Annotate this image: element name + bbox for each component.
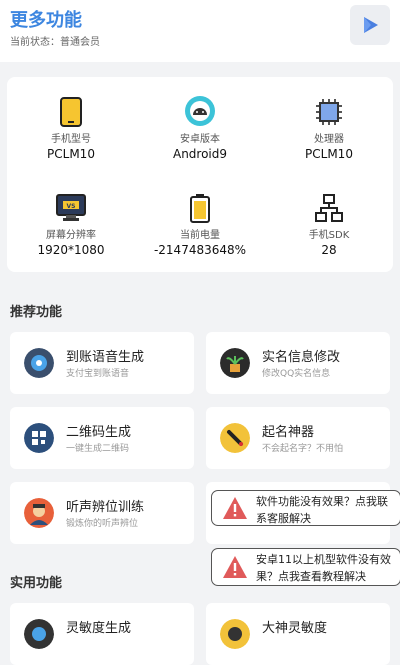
toast-text: 安卓11以上机型软件没有效果？点我查看教程解决 <box>256 553 391 583</box>
info-screen-resolution: VS 屏幕分辨率 1920*1080 <box>7 189 135 257</box>
device-info-card: 手机型号 PCLM10 安卓版本 Android9 处理器 PCLM10 VS … <box>7 77 393 272</box>
qrcode-icon <box>24 423 54 453</box>
android-icon <box>185 96 215 126</box>
feature-realname-edit[interactable]: 实名信息修改 修改QQ实名信息 <box>206 332 390 394</box>
toast-text: 软件功能没有效果？点我联系客服解决 <box>256 495 388 525</box>
warning-icon <box>223 497 247 519</box>
warning-icon <box>223 556 247 578</box>
toast-android11-tutorial[interactable]: 安卓11以上机型软件没有效果？点我查看教程解决 <box>211 548 400 586</box>
info-battery: 当前电量 -2147483648% <box>136 189 264 257</box>
battery-icon <box>190 194 210 223</box>
info-sdk: 手机SDK 28 <box>265 189 393 257</box>
info-phone-model: 手机型号 PCLM10 <box>7 93 135 161</box>
play-icon <box>364 17 378 33</box>
plant-icon <box>220 348 250 378</box>
sensitivity-icon <box>24 619 54 649</box>
member-status: 当前状态：普通会员 <box>10 37 100 48</box>
network-nodes-icon <box>315 194 343 222</box>
page-title: 更多功能 <box>10 10 82 31</box>
monitor-icon: VS <box>56 194 86 221</box>
pro-sensitivity-icon <box>220 619 250 649</box>
section-title-recommended: 推荐功能 <box>10 305 63 320</box>
feature-payment-voice[interactable]: 到账语音生成 支付宝到账语音 <box>10 332 194 394</box>
avatar-icon <box>24 498 54 528</box>
feature-sensitivity-gen[interactable]: 灵敏度生成 <box>10 603 194 665</box>
header: 更多功能 当前状态：普通会员 <box>0 0 400 62</box>
cpu-chip-icon <box>316 99 342 125</box>
toast-contact-support[interactable]: 软件功能没有效果？点我联系客服解决 <box>211 490 400 526</box>
section-title-practical: 实用功能 <box>10 576 63 591</box>
play-button[interactable] <box>350 5 390 45</box>
pen-icon <box>220 423 250 453</box>
info-processor: 处理器 PCLM10 <box>265 93 393 161</box>
feature-sound-training[interactable]: 听声辨位训练 锻炼你的听声辨位 <box>10 482 194 544</box>
payment-voice-icon <box>24 348 54 378</box>
svg-text:VS: VS <box>67 203 76 210</box>
feature-qrcode[interactable]: 二维码生成 一键生成二维码 <box>10 407 194 469</box>
info-android-version: 安卓版本 Android9 <box>136 93 264 161</box>
feature-name-generator[interactable]: 起名神器 不会起名字？不用怕 <box>206 407 390 469</box>
phone-icon <box>60 97 82 127</box>
feature-pro-sensitivity[interactable]: 大神灵敏度 <box>206 603 390 665</box>
